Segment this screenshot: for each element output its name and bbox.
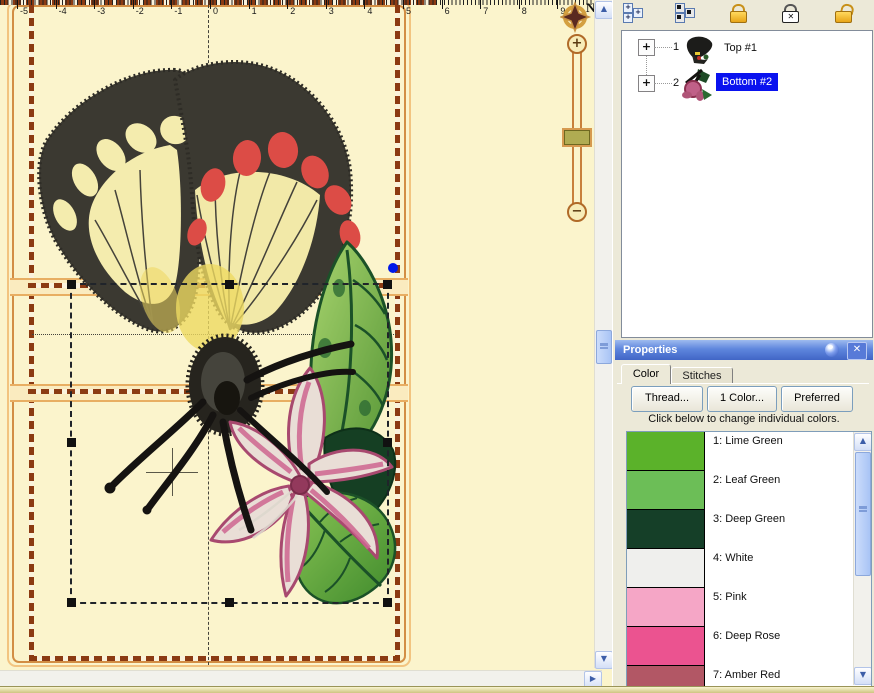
ruler-major-tick — [210, 0, 211, 9]
colorlist-scroll-thumb[interactable] — [855, 452, 871, 576]
ruler-major-tick — [519, 0, 520, 9]
color-swatch[interactable] — [627, 471, 705, 510]
handle-bottom-center[interactable] — [225, 598, 234, 607]
layer-toolbar: + + + ✕ — [613, 0, 874, 27]
handle-top-left[interactable] — [67, 280, 76, 289]
ruler-major-tick — [17, 0, 18, 9]
ruler-major-tick — [133, 0, 134, 9]
ruler-major-tick — [287, 0, 288, 9]
ruler-major-tick — [442, 0, 443, 9]
ruler-major-tick — [56, 0, 57, 9]
tab-color[interactable]: Color — [621, 364, 671, 384]
zoom-in-icon[interactable]: + — [567, 34, 587, 54]
handle-mid-right[interactable] — [383, 438, 392, 447]
color-swatch[interactable] — [627, 627, 705, 666]
ruler-number: 8 — [522, 6, 527, 16]
color-caption: Click below to change individual colors. — [615, 413, 873, 425]
handle-bottom-left[interactable] — [67, 598, 76, 607]
color-swatch[interactable] — [627, 588, 705, 627]
ruler-number: 0 — [213, 6, 218, 16]
close-icon[interactable]: ✕ — [847, 342, 867, 360]
zoom-slider-track[interactable] — [572, 44, 582, 212]
layer-thumbnail-top — [682, 33, 716, 65]
one-color-button[interactable]: 1 Color... — [707, 386, 777, 412]
ruler-number: 4 — [367, 6, 372, 16]
tab-stitches[interactable]: Stitches — [671, 367, 733, 384]
properties-panel: Properties ✕ Color Stitches Thread... 1 … — [615, 340, 873, 686]
lock-closed-icon[interactable] — [728, 3, 748, 23]
ruler-number: 3 — [329, 6, 334, 16]
help-icon[interactable] — [825, 343, 839, 357]
expand-node-icon[interactable]: + — [638, 39, 655, 56]
scroll-down-icon[interactable]: ▼ — [595, 651, 612, 669]
ruler-number: 1 — [252, 6, 257, 16]
ruler-number: -2 — [136, 6, 144, 16]
ruler-number: -3 — [97, 6, 105, 16]
color-row[interactable]: 3: Deep Green — [627, 510, 853, 549]
design-canvas[interactable]: -5-4-3-2-10123456789 N + − ▲ ▼ ▶ — [0, 0, 612, 692]
ruler-major-tick — [94, 0, 95, 9]
stitch-boundary-bottom — [29, 656, 400, 661]
scroll-up-icon[interactable]: ▲ — [595, 1, 612, 19]
ruler-major-tick — [557, 0, 558, 9]
color-row[interactable]: 1: Lime Green — [627, 432, 853, 471]
ruler-number: 5 — [406, 6, 411, 16]
ruler-major-tick — [326, 0, 327, 9]
color-swatch[interactable] — [627, 549, 705, 588]
lock-open-icon[interactable] — [833, 3, 853, 23]
app-window: { "canvas": { "ruler": { "origin_x": 210… — [0, 0, 874, 692]
handle-mid-left[interactable] — [67, 438, 76, 447]
ruler-number: 7 — [483, 6, 488, 16]
layer-label-bottom[interactable]: Bottom #2 — [716, 73, 778, 91]
vscroll-thumb[interactable] — [596, 330, 612, 364]
layer-label-top[interactable]: Top #1 — [718, 39, 763, 57]
colorlist-scrollbar[interactable]: ▲ ▼ — [853, 432, 871, 685]
ruler-major-tick — [249, 0, 250, 9]
ruler-number: 6 — [445, 6, 450, 16]
scroll-up-icon[interactable]: ▲ — [854, 433, 872, 451]
ruler: -5-4-3-2-10123456789 — [0, 0, 594, 18]
zoom-out-icon[interactable]: − — [567, 202, 587, 222]
ruler-number: -5 — [20, 6, 28, 16]
color-row[interactable]: 7: Amber Red — [627, 666, 853, 688]
ruler-number: 2 — [290, 6, 295, 16]
expand-node-icon[interactable]: + — [638, 75, 655, 92]
color-row[interactable]: 4: White — [627, 549, 853, 588]
collapse-branches-icon[interactable] — [675, 3, 695, 23]
ruler-number: -4 — [59, 6, 67, 16]
handle-bottom-right[interactable] — [383, 598, 392, 607]
color-row[interactable]: 2: Leaf Green — [627, 471, 853, 510]
scroll-down-icon[interactable]: ▼ — [854, 667, 872, 685]
color-row[interactable]: 5: Pink — [627, 588, 853, 627]
color-list[interactable]: 1: Lime Green 2: Leaf Green 3: Deep Gree… — [626, 431, 872, 688]
ruler-major-tick — [480, 0, 481, 9]
color-swatch[interactable] — [627, 666, 705, 688]
ruler-major-tick — [171, 0, 172, 9]
layer-thumbnail-bottom — [680, 67, 716, 103]
expand-branches-icon[interactable]: + + + — [623, 3, 643, 23]
rotation-point-marker[interactable] — [388, 263, 398, 273]
canvas-vscrollbar[interactable]: ▲ ▼ — [594, 0, 612, 668]
color-row[interactable]: 6: Deep Rose — [627, 627, 853, 666]
layer-panel: + + + ✕ + 1 — [612, 0, 874, 692]
color-swatch[interactable] — [627, 432, 705, 471]
selection-marquee[interactable] — [70, 283, 389, 604]
layer-list[interactable]: + 1 Top #1 + 2 — [621, 30, 873, 338]
preferred-button[interactable]: Preferred — [781, 386, 853, 412]
thread-button[interactable]: Thread... — [631, 386, 703, 412]
compass-north-icon[interactable]: N — [560, 1, 596, 33]
lock-crossed-icon[interactable]: ✕ — [780, 3, 800, 23]
color-swatch[interactable] — [627, 510, 705, 549]
ruler-major-tick — [403, 0, 404, 9]
ruler-major-tick — [364, 0, 365, 9]
handle-top-right[interactable] — [383, 280, 392, 289]
handle-top-center[interactable] — [225, 280, 234, 289]
ruler-number: -1 — [174, 6, 182, 16]
zoom-slider-handle[interactable] — [564, 130, 590, 145]
